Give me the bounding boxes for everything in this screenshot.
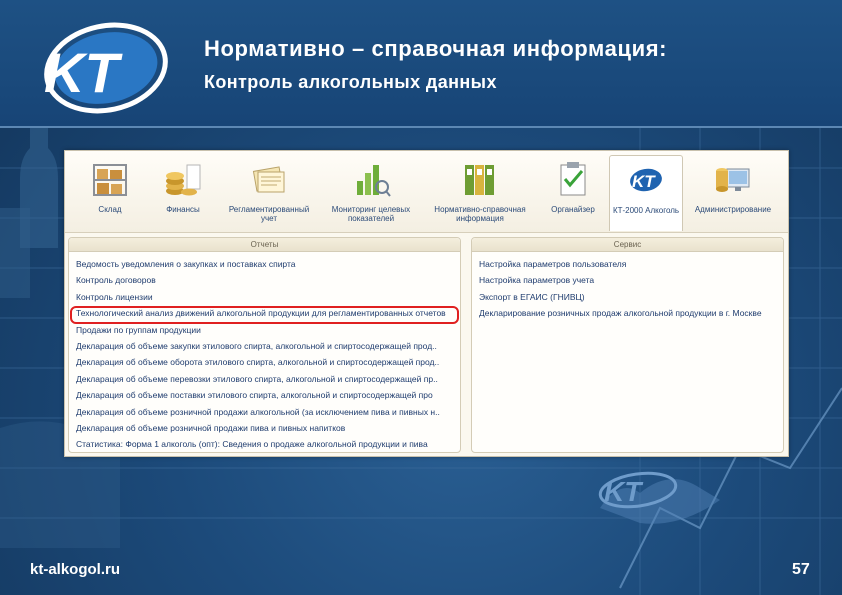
report-link[interactable]: Декларация об объеме закупки этилового с…: [76, 338, 460, 354]
toolbar-label: Администрирование: [694, 205, 772, 214]
report-link[interactable]: Контроль договоров: [76, 272, 460, 288]
toolbar-label: Склад: [98, 205, 122, 214]
toolbar-label: КТ-2000 Алкоголь: [612, 206, 680, 215]
toolbar-item-regulated-accounting[interactable]: Регламентированный учет: [221, 155, 317, 231]
toolbar-label: Органайзер: [551, 205, 595, 214]
kt-logo-icon: KT: [44, 22, 168, 114]
footer-website[interactable]: kt-alkogol.ru: [30, 561, 120, 578]
binders-icon: [465, 165, 494, 195]
toolbar-label: Финансы: [166, 205, 200, 214]
svg-text:KT: KT: [44, 41, 123, 104]
kt-watermark-logo-icon: KT: [598, 471, 678, 509]
report-link[interactable]: Контроль лицензии: [76, 289, 460, 305]
documents-icon: [252, 166, 285, 193]
service-panel: Сервис Настройка параметров пользователя…: [471, 237, 784, 453]
service-link[interactable]: Настройка параметров пользователя: [479, 256, 783, 272]
service-link[interactable]: Декларирование розничных продаж алкоголь…: [479, 305, 783, 321]
service-link[interactable]: Экспорт в ЕГАИС (ГНИВЦ): [479, 289, 783, 305]
highlight-frame: [70, 306, 459, 324]
toolbar-item-finance[interactable]: Финансы: [153, 155, 213, 231]
page-title: Нормативно – справочная информация:: [204, 36, 668, 61]
toolbar-item-kt2000[interactable]: KT КТ-2000 Алкоголь: [609, 155, 683, 231]
toolbar-item-monitoring[interactable]: Мониторинг целевых показателей: [323, 155, 419, 231]
svg-text:KT: KT: [604, 476, 644, 507]
section-toolbar: Склад Финансы Регламентированный учет Мо…: [65, 151, 788, 233]
toolbar-item-reference-info[interactable]: Нормативно-справочная информация: [425, 155, 535, 231]
page-number: 57: [792, 561, 810, 578]
service-link[interactable]: Настройка параметров учета: [479, 272, 783, 288]
panel-header: Сервис: [472, 238, 783, 252]
report-link[interactable]: Декларация об объеме поставки этилового …: [76, 387, 460, 403]
page-subtitle: Контроль алкогольных данных: [204, 72, 497, 92]
reports-panel: Отчеты Ведомость уведомления о закупках …: [68, 237, 461, 453]
coins-icon: [166, 164, 201, 196]
chart-icon: [357, 165, 391, 197]
toolbar-label: Мониторинг целевых показателей: [331, 205, 411, 223]
toolbar-label: Нормативно-справочная информация: [434, 205, 526, 223]
report-link[interactable]: Декларация об объеме перевозки этилового…: [76, 371, 460, 387]
svg-text:KT: KT: [632, 172, 656, 191]
toolbar-item-organizer[interactable]: Органайзер: [541, 155, 605, 231]
admin-icon: [716, 168, 750, 192]
toolbar-item-warehouse[interactable]: Склад: [79, 155, 141, 231]
report-link[interactable]: Статистика: Форма 1 алкоголь (опт): Свед…: [76, 436, 460, 452]
report-link[interactable]: Декларация об объеме розничной продажи п…: [76, 420, 460, 436]
report-link[interactable]: Декларация об объеме оборота этилового с…: [76, 354, 460, 370]
kt-icon: KT: [628, 166, 664, 194]
warehouse-icon: [93, 164, 127, 196]
report-link[interactable]: Декларация об объеме розничной продажи а…: [76, 404, 460, 420]
toolbar-item-administration[interactable]: Администрирование: [687, 155, 779, 231]
clipboard-icon: [560, 162, 586, 196]
toolbar-label: Регламентированный учет: [228, 205, 310, 223]
report-link[interactable]: Продажи по группам продукции: [76, 322, 460, 338]
panel-header: Отчеты: [69, 238, 460, 252]
report-link[interactable]: Ведомость уведомления о закупках и поста…: [76, 256, 460, 272]
app-window: Склад Финансы Регламентированный учет Мо…: [64, 150, 789, 457]
